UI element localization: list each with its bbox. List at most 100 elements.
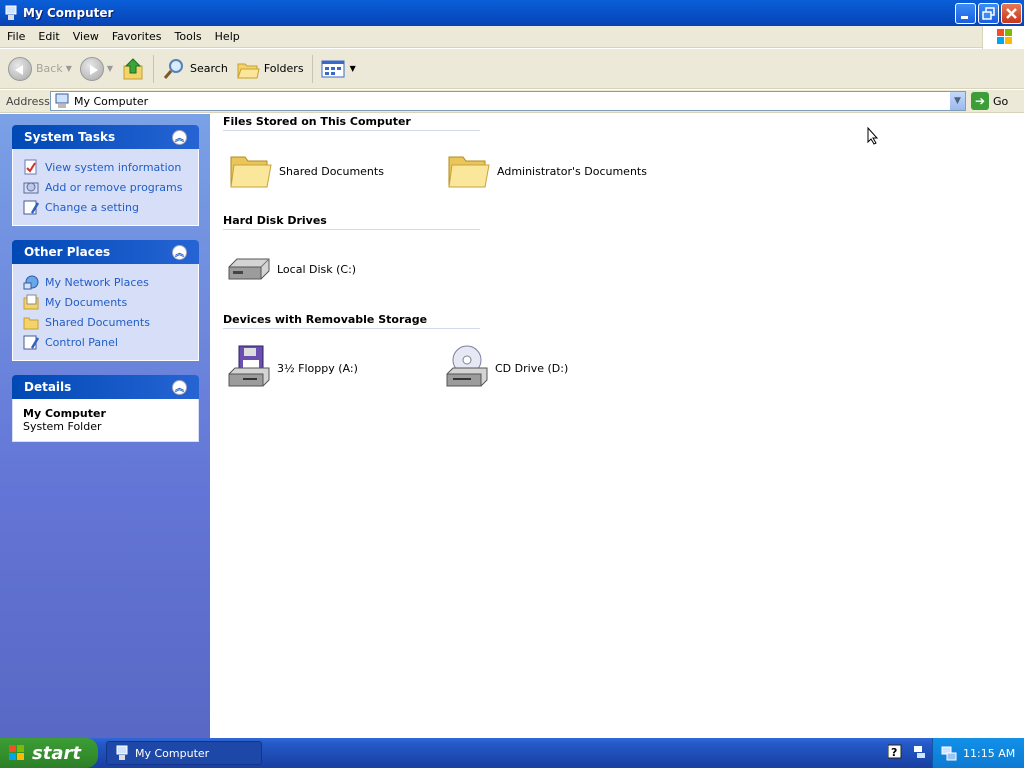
windows-flag-icon bbox=[9, 745, 24, 760]
network-connection-icon[interactable] bbox=[941, 745, 957, 761]
item-cd-drive-d[interactable]: CD Drive (D:) bbox=[443, 344, 568, 392]
search-button[interactable]: Search bbox=[158, 52, 232, 86]
details-panel: Details ︽ My Computer System Folder bbox=[12, 375, 199, 442]
item-label: CD Drive (D:) bbox=[495, 361, 569, 375]
system-tray: 11:15 AM bbox=[932, 738, 1024, 768]
restore-icon bbox=[982, 7, 995, 20]
collapse-chevron-icon[interactable]: ︽ bbox=[172, 129, 187, 145]
close-icon bbox=[1006, 8, 1017, 19]
task-label: View system information bbox=[45, 160, 182, 174]
svg-text:?: ? bbox=[891, 746, 897, 759]
item-administrators-documents[interactable]: Administrator's Documents bbox=[445, 147, 647, 195]
item-floppy-a[interactable]: 3½ Floppy (A:) bbox=[225, 344, 358, 392]
views-icon bbox=[321, 60, 345, 77]
menu-edit[interactable]: Edit bbox=[32, 30, 65, 43]
go-arrow-icon: ➔ bbox=[971, 92, 989, 110]
go-label: Go bbox=[993, 94, 1009, 108]
restore-button[interactable] bbox=[978, 3, 999, 24]
folder-icon bbox=[448, 156, 490, 188]
other-places-title: Other Places bbox=[24, 245, 111, 259]
place-my-network-places[interactable]: My Network Places bbox=[23, 272, 188, 292]
forward-button[interactable]: ▼ bbox=[76, 52, 117, 86]
item-shared-documents[interactable]: Shared Documents bbox=[227, 147, 384, 195]
group-title: Files Stored on This Computer bbox=[223, 115, 480, 131]
toolbar-separator bbox=[311, 54, 313, 83]
system-tasks-header[interactable]: System Tasks ︽ bbox=[12, 125, 199, 149]
menu-file[interactable]: File bbox=[1, 30, 31, 43]
network-status-icon[interactable] bbox=[912, 744, 926, 760]
windows-logo-icon bbox=[982, 26, 1024, 49]
minimize-button[interactable] bbox=[955, 3, 976, 24]
task-view-system-information[interactable]: View system information bbox=[23, 157, 188, 177]
mouse-cursor-icon bbox=[867, 127, 879, 145]
menu-view[interactable]: View bbox=[67, 30, 105, 43]
system-info-icon bbox=[24, 159, 37, 175]
item-local-disk-c[interactable]: Local Disk (C:) bbox=[225, 245, 356, 293]
views-button[interactable]: ▼ bbox=[317, 52, 360, 86]
window-title: My Computer bbox=[23, 6, 114, 20]
go-button[interactable]: ➔ Go bbox=[971, 92, 1008, 110]
title-bar[interactable]: My Computer bbox=[0, 0, 1024, 26]
up-folder-icon bbox=[123, 57, 143, 79]
up-button[interactable] bbox=[117, 52, 149, 86]
my-computer-icon bbox=[55, 93, 69, 108]
collapse-chevron-icon[interactable]: ︽ bbox=[172, 379, 187, 395]
hard-drive-icon bbox=[228, 258, 270, 280]
menu-help[interactable]: Help bbox=[209, 30, 246, 43]
place-control-panel[interactable]: Control Panel bbox=[23, 332, 188, 352]
address-dropdown-button[interactable]: ▼ bbox=[949, 92, 965, 110]
task-pane: System Tasks ︽ View system information A… bbox=[0, 114, 210, 738]
address-value: My Computer bbox=[74, 94, 149, 108]
add-remove-programs-icon bbox=[23, 182, 39, 194]
item-label: 3½ Floppy (A:) bbox=[277, 361, 358, 375]
item-label: Shared Documents bbox=[279, 164, 384, 178]
menu-favorites[interactable]: Favorites bbox=[106, 30, 168, 43]
toolbar: Back ▼ ▼ Search Folders ▼ bbox=[0, 49, 1024, 89]
forward-dropdown-icon[interactable]: ▼ bbox=[107, 64, 113, 73]
toolbar-separator bbox=[153, 54, 155, 83]
back-arrow-icon bbox=[8, 56, 32, 81]
place-label: Shared Documents bbox=[45, 315, 150, 329]
cd-drive-icon bbox=[446, 345, 488, 387]
collapse-chevron-icon[interactable]: ︽ bbox=[172, 244, 187, 260]
place-my-documents[interactable]: My Documents bbox=[23, 292, 188, 312]
help-icon[interactable]: ? bbox=[888, 744, 902, 760]
content-area: Files Stored on This Computer Shared Doc… bbox=[210, 114, 1024, 738]
taskbar-item-my-computer[interactable]: My Computer bbox=[106, 741, 262, 765]
group-title: Devices with Removable Storage bbox=[223, 313, 480, 329]
my-documents-icon bbox=[23, 294, 39, 310]
place-label: Control Panel bbox=[45, 335, 118, 349]
address-input[interactable]: My Computer ▼ bbox=[50, 91, 966, 111]
details-header[interactable]: Details ︽ bbox=[12, 375, 199, 399]
taskbar: start My Computer ? 11:15 AM bbox=[0, 738, 1024, 768]
address-bar: Address My Computer ▼ ➔ Go bbox=[0, 90, 1024, 113]
details-name: My Computer bbox=[23, 407, 106, 420]
folders-icon bbox=[237, 63, 260, 78]
back-button[interactable]: Back ▼ bbox=[4, 52, 76, 86]
task-label: Change a setting bbox=[45, 200, 139, 214]
views-dropdown-icon[interactable]: ▼ bbox=[350, 64, 356, 73]
other-places-header[interactable]: Other Places ︽ bbox=[12, 240, 199, 264]
back-dropdown-icon[interactable]: ▼ bbox=[66, 64, 72, 73]
place-label: My Documents bbox=[45, 295, 128, 309]
start-button[interactable]: start bbox=[0, 738, 98, 768]
folder-icon bbox=[230, 156, 272, 188]
details-title: Details bbox=[24, 380, 72, 394]
close-button[interactable] bbox=[1001, 3, 1022, 24]
start-label: start bbox=[32, 742, 81, 764]
place-label: My Network Places bbox=[45, 275, 149, 289]
control-panel-icon bbox=[23, 200, 39, 215]
search-label: Search bbox=[190, 62, 228, 75]
forward-arrow-icon bbox=[79, 56, 104, 81]
task-add-remove-programs[interactable]: Add or remove programs bbox=[23, 177, 188, 197]
back-label: Back bbox=[36, 62, 63, 75]
place-shared-documents[interactable]: Shared Documents bbox=[23, 312, 188, 332]
task-change-setting[interactable]: Change a setting bbox=[23, 197, 188, 217]
clock[interactable]: 11:15 AM bbox=[963, 747, 1015, 760]
network-places-icon bbox=[23, 275, 39, 290]
search-icon bbox=[163, 58, 184, 79]
system-tasks-title: System Tasks bbox=[24, 130, 116, 144]
menu-tools[interactable]: Tools bbox=[169, 30, 208, 43]
folders-button[interactable]: Folders bbox=[232, 52, 308, 86]
other-places-panel: Other Places ︽ My Network Places My Docu… bbox=[12, 240, 199, 361]
